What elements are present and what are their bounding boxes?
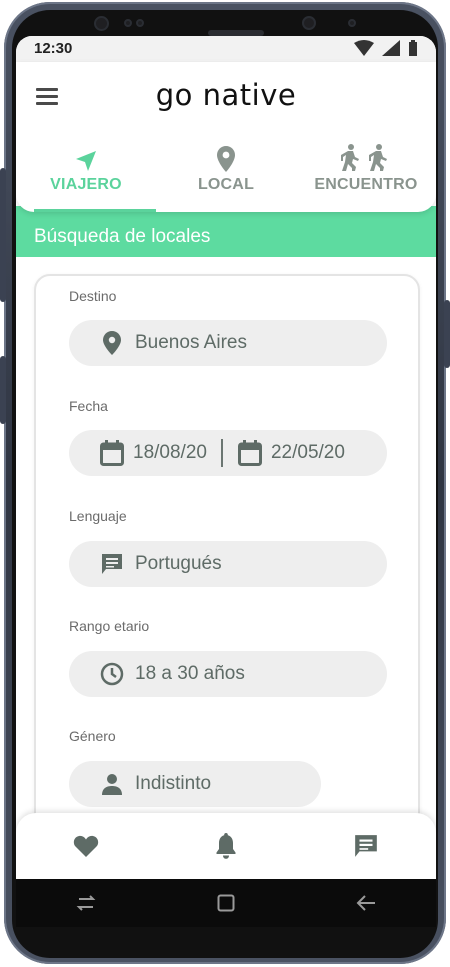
wifi-icon (354, 40, 374, 56)
tab-local[interactable]: LOCAL (156, 142, 296, 212)
bottom-navigation (16, 813, 436, 879)
fecha-hasta-value: 22/05/20 (270, 442, 345, 463)
tab-label-viajero: VIAJERO (50, 176, 122, 193)
section-header: Búsqueda de locales (16, 206, 436, 257)
calendar-icon[interactable] (99, 440, 125, 466)
arrow-back-icon (356, 895, 375, 911)
tab-viajero[interactable]: VIAJERO (16, 142, 156, 212)
front-camera (94, 16, 109, 31)
rango-etario-field[interactable]: 18 a 30 años (69, 651, 387, 697)
square-home-icon (217, 894, 235, 912)
messages-button[interactable] (336, 821, 396, 871)
tab-label-local: LOCAL (197, 176, 255, 193)
system-navigation-bar (16, 879, 436, 927)
field-label-fecha: Fecha (69, 398, 108, 414)
location-pin-icon (99, 330, 125, 356)
location-pin-icon (156, 142, 296, 172)
date-divider (220, 439, 223, 467)
app-brand-title: go native (155, 78, 297, 112)
fecha-desde-value: 18/08/20 (133, 442, 207, 463)
person-icon (99, 771, 125, 797)
field-label-lenguaje: Lenguaje (69, 508, 127, 524)
chat-icon (355, 835, 377, 857)
rango-etario-value: 18 a 30 años (135, 663, 245, 684)
destino-value: Buenos Aires (135, 332, 247, 353)
calendar-icon[interactable] (237, 440, 263, 466)
field-label-rango-etario: Rango etario (69, 618, 150, 634)
section-title: Búsqueda de locales (34, 226, 211, 247)
genero-value: Indistinto (135, 773, 212, 794)
status-icons (354, 40, 418, 56)
bell-icon (216, 833, 236, 859)
recents-button[interactable] (61, 883, 111, 923)
search-form-card: Destino Buenos Aires Fecha 18/08/20 22/0… (34, 274, 420, 879)
lenguaje-value: Portugués (135, 553, 222, 574)
lenguaje-field[interactable]: Portugués (69, 541, 387, 587)
app-header: go native VIAJERO LOCAL ENCUENTRO (16, 62, 436, 212)
back-button[interactable] (341, 883, 391, 923)
people-walking-icon (296, 142, 436, 172)
status-bar: 12:30 (16, 36, 436, 62)
clock-icon (99, 661, 125, 687)
switch-apps-icon (76, 895, 96, 911)
tab-encuentro[interactable]: ENCUENTRO (296, 142, 436, 212)
home-button[interactable] (201, 883, 251, 923)
message-icon (99, 551, 125, 577)
heart-icon (73, 835, 99, 857)
volume-down-button (0, 356, 6, 424)
active-tab-indicator (34, 209, 156, 212)
field-label-destino: Destino (69, 288, 117, 304)
fecha-field[interactable]: 18/08/20 22/05/20 (69, 430, 387, 476)
proximity-sensor (302, 16, 316, 30)
genero-field[interactable]: Indistinto (69, 761, 321, 807)
field-label-genero: Género (69, 728, 116, 744)
power-button (444, 300, 450, 368)
navigation-arrow-icon (16, 142, 156, 172)
notifications-button[interactable] (196, 821, 256, 871)
tab-label-encuentro: ENCUENTRO (314, 176, 418, 193)
status-time: 12:30 (34, 40, 73, 57)
screen: 12:30 go native VIAJERO LOCAL ENCUENTRO … (16, 36, 436, 879)
cell-signal-icon (382, 40, 400, 56)
volume-up-button (0, 168, 6, 302)
tab-bar: VIAJERO LOCAL ENCUENTRO (16, 142, 436, 212)
sensor-dot (136, 19, 144, 27)
sensor-dot (124, 19, 132, 27)
battery-icon (409, 40, 417, 56)
favorites-button[interactable] (56, 821, 116, 871)
destino-field[interactable]: Buenos Aires (69, 320, 387, 366)
sensor-dot (348, 19, 356, 27)
